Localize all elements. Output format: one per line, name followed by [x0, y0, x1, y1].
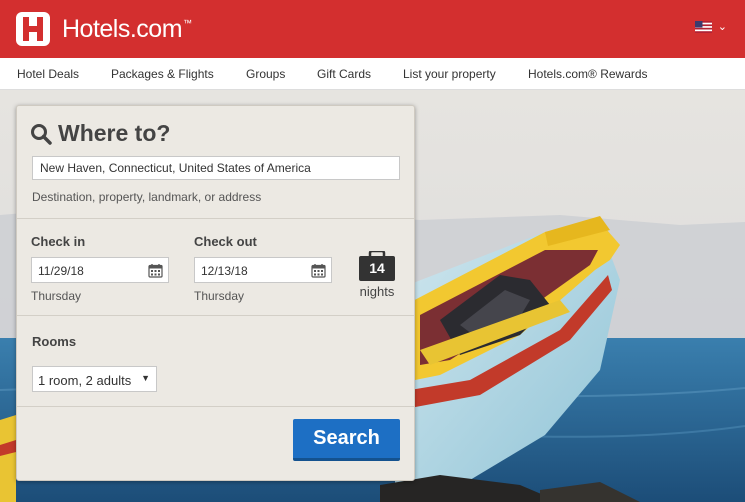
where-heading: Where to? — [30, 120, 170, 147]
nights-count: 14 — [369, 260, 385, 276]
divider — [17, 218, 414, 219]
destination-hint: Destination, property, landmark, or addr… — [32, 190, 262, 204]
site-header: Hotels.com™ ⌄ — [0, 0, 745, 58]
checkout-day: Thursday — [194, 289, 245, 303]
nav-hotel-deals[interactable]: Hotel Deals — [17, 67, 79, 81]
rooms-value: 1 room, 2 adults — [38, 373, 132, 388]
divider — [17, 406, 414, 407]
calendar-icon[interactable] — [148, 263, 163, 278]
destination-input[interactable] — [32, 156, 400, 180]
nav-rewards[interactable]: Hotels.com® Rewards — [528, 67, 648, 81]
nav-gift-cards[interactable]: Gift Cards — [317, 67, 371, 81]
checkin-day: Thursday — [31, 289, 82, 303]
checkout-value: 12/13/18 — [201, 264, 248, 278]
search-panel: Where to? Destination, property, landmar… — [16, 105, 415, 481]
main-nav: Hotel Deals Packages & Flights Groups Gi… — [0, 58, 745, 90]
hotels-logo-icon — [16, 12, 50, 46]
checkin-field[interactable]: 11/29/18 — [31, 257, 169, 283]
rooms-select[interactable]: 1 room, 2 adults ▼ — [32, 366, 157, 392]
nav-list-property[interactable]: List your property — [403, 67, 496, 81]
us-flag-icon — [694, 20, 712, 33]
checkin-value: 11/29/18 — [38, 264, 84, 278]
chevron-down-icon: ⌄ — [717, 21, 727, 33]
brand-name: Hotels.com™ — [62, 14, 192, 43]
search-icon — [31, 123, 52, 145]
dropdown-arrow-icon: ▼ — [141, 373, 150, 383]
locale-selector[interactable]: ⌄ — [694, 20, 727, 33]
nav-groups[interactable]: Groups — [246, 67, 285, 81]
nav-packages-flights[interactable]: Packages & Flights — [111, 67, 214, 81]
hotels-logo[interactable]: Hotels.com™ — [16, 12, 192, 46]
where-title: Where to? — [58, 120, 171, 146]
nights-label: nights — [359, 284, 395, 299]
checkin-label: Check in — [31, 234, 86, 249]
checkout-field[interactable]: 12/13/18 — [194, 257, 332, 283]
search-button[interactable]: Search — [293, 419, 400, 461]
nights-badge: 14 — [359, 249, 395, 281]
checkout-label: Check out — [194, 234, 257, 249]
calendar-icon[interactable] — [311, 263, 326, 278]
divider — [17, 315, 414, 316]
rooms-label: Rooms — [32, 334, 77, 349]
